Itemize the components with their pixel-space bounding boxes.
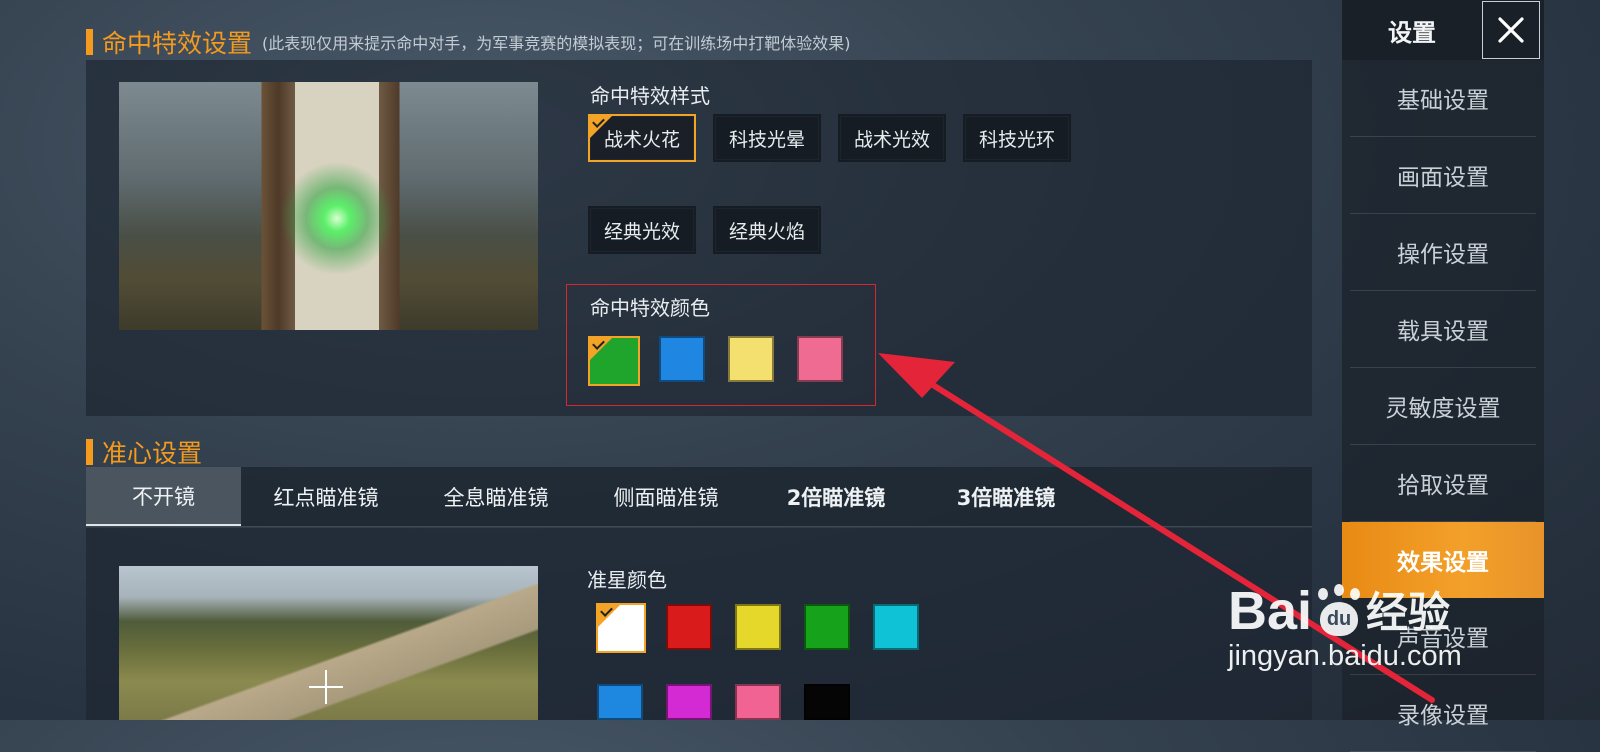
watermark-url: jingyan.baidu.com bbox=[1228, 640, 1462, 672]
baidu-watermark: Bai du 经验 jingyan.baidu.com bbox=[1228, 584, 1528, 684]
paw-icon: du bbox=[1312, 584, 1366, 638]
watermark-brand: Bai bbox=[1228, 581, 1313, 641]
watermark-brand-cn: 经验 bbox=[1366, 589, 1451, 636]
